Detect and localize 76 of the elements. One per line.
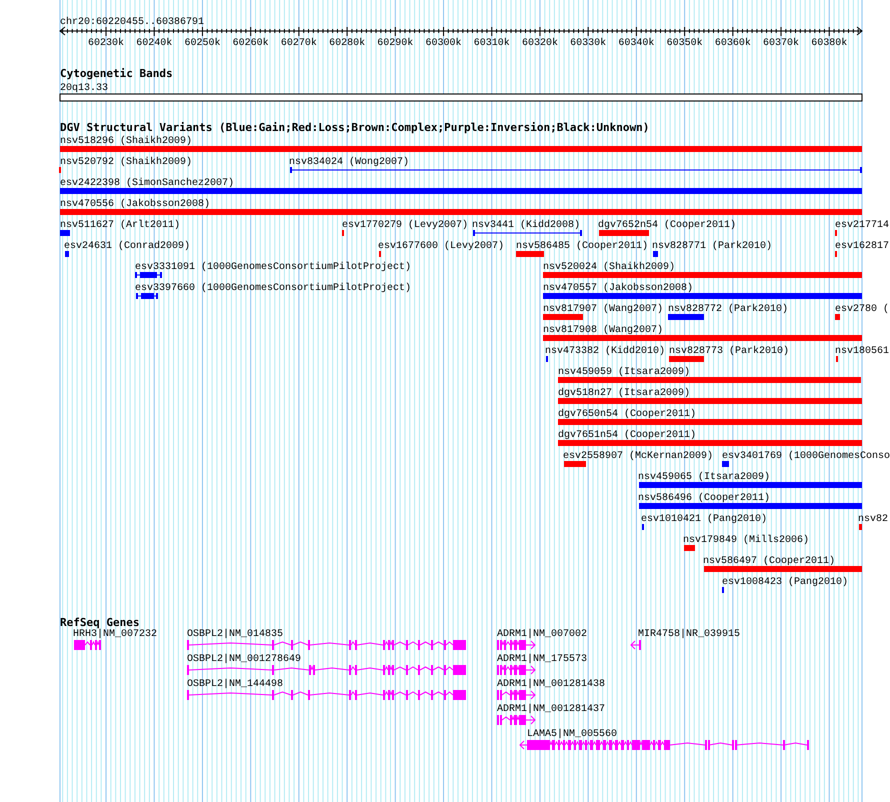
variant-label: nsv82 bbox=[858, 514, 888, 525]
gene-drawing bbox=[497, 715, 536, 725]
gene-label: ADRM1|NM_175573 bbox=[497, 654, 588, 665]
gene-label: LAMA5|NM_005560 bbox=[527, 729, 618, 740]
variant-label: esv3401769 (1000GenomesConso bbox=[722, 451, 890, 462]
variant-label: nsv179849 (Mills2006) bbox=[683, 535, 810, 546]
variant-label: dgv7652n54 (Cooper2011) bbox=[598, 220, 736, 231]
variant-label: esv24631 (Conrad2009) bbox=[64, 241, 190, 252]
variant-label: esv1770279 (Levy2007) bbox=[342, 220, 468, 231]
tick-label: 60350k bbox=[666, 38, 703, 49]
variant-label: nsv586485 (Cooper2011) bbox=[516, 241, 648, 252]
gene-drawing bbox=[74, 640, 101, 650]
variant-label: nsv586497 (Cooper2011) bbox=[703, 556, 836, 567]
gene-label: OSBPL2|NM_014835 bbox=[187, 629, 284, 640]
variant-label: nsv473382 (Kidd2010) bbox=[545, 346, 666, 357]
tick-label: 60360k bbox=[714, 38, 751, 49]
gene-label: ADRM1|NM_007002 bbox=[497, 629, 588, 640]
tick-label: 60310k bbox=[474, 38, 510, 49]
gene-label: HRH3|NM_007232 bbox=[73, 629, 158, 640]
gene-drawing bbox=[497, 640, 536, 650]
tick-label: 60380k bbox=[811, 38, 848, 49]
variant-label: nsv817907 (Wang2007) bbox=[543, 304, 664, 315]
gene-label: ADRM1|NM_001281438 bbox=[497, 679, 606, 690]
track-title: RefSeq Genes bbox=[60, 616, 140, 629]
tick-label: 60290k bbox=[377, 38, 414, 49]
track-title: DGV Structural Variants (Blue:Gain;Red:Loss;Brown:Complex;Purple:Inversion;Black:Unknown) bbox=[60, 121, 650, 134]
variant-label: nsv828771 (Park2010) bbox=[652, 241, 772, 252]
variant-label: nsv459065 (Itsara2009) bbox=[638, 472, 770, 483]
variant-label: esv2780 ( bbox=[835, 304, 890, 315]
variant-label: esv3397660 (1000GenomesConsortiumPilotProject) bbox=[135, 283, 412, 294]
gene-label: OSBPL2|NM_144498 bbox=[187, 679, 284, 690]
variant-label: dgv7650n54 (Cooper2011) bbox=[558, 409, 696, 420]
variant-label: esv1008423 (Pang2010) bbox=[722, 577, 848, 588]
track-title: Cytogenetic Bands bbox=[60, 67, 173, 80]
tick-label: 60260k bbox=[232, 38, 269, 49]
gene-label: OSBPL2|NM_001278649 bbox=[187, 654, 302, 665]
tick-label: 60230k bbox=[88, 38, 124, 49]
variant-label: nsv520024 (Shaikh2009) bbox=[543, 262, 676, 273]
tick-label: 60320k bbox=[522, 38, 558, 49]
tick-label: 60250k bbox=[184, 38, 220, 49]
variant-label: esv162817 bbox=[835, 241, 890, 252]
gene-drawing bbox=[497, 690, 536, 700]
variant-label: nsv511627 (Arlt2011) bbox=[60, 220, 180, 231]
tick-label: 60280k bbox=[329, 38, 366, 49]
tick-label: 60340k bbox=[618, 38, 654, 49]
region-label: chr20:60220455..60386791 bbox=[60, 17, 204, 28]
variant-label: nsv817908 (Wang2007) bbox=[543, 325, 664, 336]
tick-label: 60370k bbox=[763, 38, 800, 49]
variant-label: nsv834024 (Wong2007) bbox=[289, 157, 410, 168]
variant-label: nsv518296 (Shaikh2009) bbox=[60, 136, 192, 147]
variant-label: esv3331091 (1000GenomesConsortiumPilotProject) bbox=[135, 262, 412, 273]
variant-label: esv1010421 (Pang2010) bbox=[641, 514, 768, 525]
variant-label: nsv470556 (Jakobsson2008) bbox=[60, 199, 210, 210]
variant-label: esv2422398 (SimonSanchez2007) bbox=[60, 178, 234, 189]
variant-label: esv217714 bbox=[835, 220, 890, 231]
variant-label: nsv828772 (Park2010) bbox=[668, 304, 788, 315]
gene-drawing bbox=[497, 665, 536, 675]
gene-drawing bbox=[630, 640, 641, 650]
tick-label: 60270k bbox=[280, 38, 317, 49]
variant-label: nsv828773 (Park2010) bbox=[669, 346, 790, 357]
variant-label: dgv518n27 (Itsara2009) bbox=[558, 388, 690, 399]
tick-label: 60300k bbox=[426, 38, 462, 49]
gene-label: ADRM1|NM_001281437 bbox=[497, 704, 606, 715]
gene-label: MIR4758|NR_039915 bbox=[638, 629, 740, 640]
variant-label: nsv459059 (Itsara2009) bbox=[558, 367, 690, 378]
variant-label: nsv180561 bbox=[835, 346, 890, 357]
variant-label: nsv520792 (Shaikh2009) bbox=[60, 157, 192, 168]
variant-label: nsv586496 (Cooper2011) bbox=[638, 493, 770, 504]
variant-label: esv1677600 (Levy2007) bbox=[378, 241, 504, 252]
band-label: 20q13.33 bbox=[60, 83, 108, 94]
tick-label: 60240k bbox=[136, 38, 172, 49]
variant-label: esv2558907 (McKernan2009) bbox=[563, 451, 714, 462]
variant-label: dgv7651n54 (Cooper2011) bbox=[558, 430, 696, 441]
variant-label: nsv3441 (Kidd2008) bbox=[472, 220, 580, 231]
tick-label: 60330k bbox=[570, 38, 606, 49]
variant-label: nsv470557 (Jakobsson2008) bbox=[543, 283, 694, 294]
